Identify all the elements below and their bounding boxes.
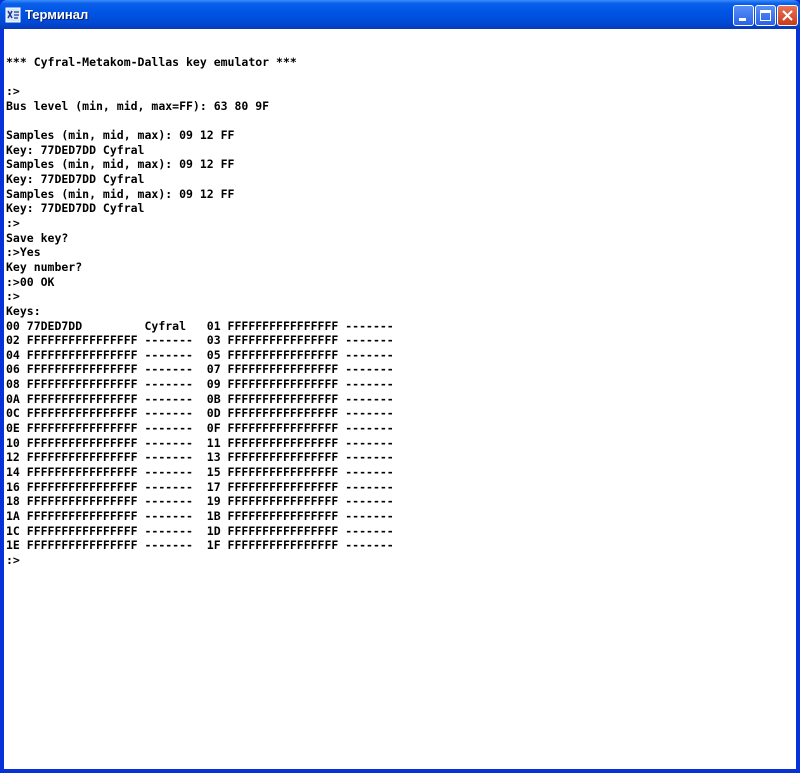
terminal-line: 10 FFFFFFFFFFFFFFFF ------- 11 FFFFFFFFF… (6, 435, 394, 450)
terminal-line: Keys: (6, 303, 41, 318)
terminal-line: 04 FFFFFFFFFFFFFFFF ------- 05 FFFFFFFFF… (6, 347, 394, 362)
terminal-line: :> (6, 289, 20, 304)
terminal-line: *** Cyfral-Metakom-Dallas key emulator *… (6, 55, 297, 69)
maximize-icon (760, 10, 771, 21)
terminal-app-icon[interactable] (5, 7, 21, 23)
terminal-line: Samples (min, mid, max): 09 12 FF (6, 157, 235, 172)
terminal-line: Key number? (6, 259, 83, 274)
terminal-line: Key: 77DED7DD Cyfral (6, 201, 145, 216)
terminal-line: Samples (min, mid, max): 09 12 FF (6, 128, 235, 143)
terminal-window: Терминал *** Cyfral-Metakom-Dallas key e… (0, 0, 800, 773)
maximize-button[interactable] (755, 5, 776, 26)
terminal-line: Bus level (min, mid, max=FF): 63 80 9F (6, 98, 270, 113)
terminal-line: Key: 77DED7DD Cyfral (6, 172, 145, 187)
terminal-line: 1E FFFFFFFFFFFFFFFF ------- 1F FFFFFFFFF… (6, 538, 394, 553)
terminal-line: :> (6, 552, 20, 567)
minimize-button[interactable] (733, 5, 754, 26)
terminal-line: 06 FFFFFFFFFFFFFFFF ------- 07 FFFFFFFFF… (6, 362, 394, 377)
terminal-line: :> (6, 84, 20, 99)
terminal-output-area[interactable]: *** Cyfral-Metakom-Dallas key emulator *… (4, 29, 796, 769)
terminal-line: 18 FFFFFFFFFFFFFFFF ------- 19 FFFFFFFFF… (6, 494, 394, 509)
terminal-line: 02 FFFFFFFFFFFFFFFF ------- 03 FFFFFFFFF… (6, 333, 394, 348)
close-button[interactable] (777, 5, 798, 26)
terminal-line: 14 FFFFFFFFFFFFFFFF ------- 15 FFFFFFFFF… (6, 464, 394, 479)
terminal-text: *** Cyfral-Metakom-Dallas key emulator *… (6, 55, 394, 567)
terminal-line: 0A FFFFFFFFFFFFFFFF ------- 0B FFFFFFFFF… (6, 391, 394, 406)
terminal-line: Key: 77DED7DD Cyfral (6, 142, 145, 157)
terminal-line: Save key? (6, 230, 69, 245)
terminal-line: Samples (min, mid, max): 09 12 FF (6, 186, 235, 201)
terminal-line: 1C FFFFFFFFFFFFFFFF ------- 1D FFFFFFFFF… (6, 523, 394, 538)
terminal-line: 1A FFFFFFFFFFFFFFFF ------- 1B FFFFFFFFF… (6, 508, 394, 523)
close-icon (782, 10, 793, 21)
terminal-line: 0C FFFFFFFFFFFFFFFF ------- 0D FFFFFFFFF… (6, 406, 394, 421)
terminal-line: 0E FFFFFFFFFFFFFFFF ------- 0F FFFFFFFFF… (6, 421, 394, 436)
terminal-line: :> (6, 216, 20, 231)
title-bar[interactable]: Терминал (0, 0, 800, 29)
window-title: Терминал (25, 7, 89, 22)
terminal-line: :>Yes (6, 245, 41, 260)
terminal-line: 00 77DED7DD Cyfral 01 FFFFFFFFFFFFFFFF -… (6, 318, 394, 333)
minimize-icon (739, 18, 746, 21)
terminal-line: 16 FFFFFFFFFFFFFFFF ------- 17 FFFFFFFFF… (6, 479, 394, 494)
terminal-line: 08 FFFFFFFFFFFFFFFF ------- 09 FFFFFFFFF… (6, 377, 394, 392)
terminal-line: :>00 OK (6, 274, 55, 289)
window-frame-bottom (0, 769, 800, 773)
terminal-line: 12 FFFFFFFFFFFFFFFF ------- 13 FFFFFFFFF… (6, 450, 394, 465)
